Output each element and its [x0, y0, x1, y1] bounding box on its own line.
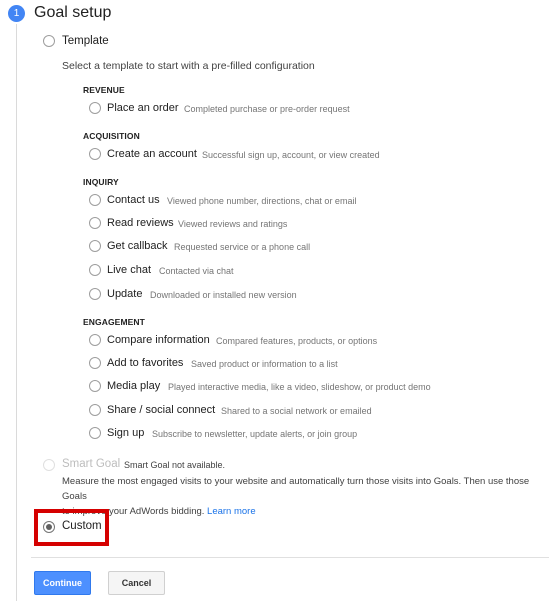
template-label[interactable]: Template [62, 35, 109, 47]
read-reviews-label[interactable]: Read reviews [107, 217, 174, 229]
continue-button[interactable]: Continue [34, 571, 91, 595]
add-to-favorites-label[interactable]: Add to favorites [107, 357, 183, 369]
contact-us-label[interactable]: Contact us [107, 194, 160, 206]
share-social-description: Shared to a social network or emailed [221, 406, 372, 416]
update-description: Downloaded or installed new version [150, 290, 297, 300]
smart-goal-description: Measure the most engaged visits to your … [62, 474, 547, 519]
share-social-radio[interactable] [89, 404, 101, 416]
get-callback-description: Requested service or a phone call [174, 242, 311, 252]
live-chat-radio[interactable] [89, 264, 101, 276]
place-order-radio[interactable] [89, 102, 101, 114]
section-heading-acquisition: ACQUISITION [83, 131, 140, 141]
add-to-favorites-radio[interactable] [89, 357, 101, 369]
smart-goal-description-line1: Measure the most engaged visits to your … [62, 476, 530, 502]
add-to-favorites-description: Saved product or information to a list [191, 359, 338, 369]
place-order-label[interactable]: Place an order [107, 102, 179, 114]
step-number-badge: 1 [8, 5, 25, 22]
smart-goal-label: Smart Goal [62, 458, 121, 470]
compare-information-radio[interactable] [89, 334, 101, 346]
media-play-label[interactable]: Media play [107, 380, 160, 392]
get-callback-label[interactable]: Get callback [107, 240, 168, 252]
custom-radio[interactable] [43, 521, 55, 533]
template-instruction: Select a template to start with a pre-fi… [62, 60, 315, 72]
cancel-button[interactable]: Cancel [108, 571, 165, 595]
section-heading-engagement: ENGAGEMENT [83, 317, 145, 327]
share-social-label[interactable]: Share / social connect [107, 404, 215, 416]
template-radio[interactable] [43, 35, 55, 47]
sign-up-radio[interactable] [89, 427, 101, 439]
create-account-description: Successful sign up, account, or view cre… [202, 150, 380, 160]
update-radio[interactable] [89, 288, 101, 300]
step-title: Goal setup [34, 4, 112, 21]
compare-information-description: Compared features, products, or options [216, 336, 378, 346]
media-play-description: Played interactive media, like a video, … [168, 382, 431, 392]
learn-more-link[interactable]: Learn more [207, 506, 256, 517]
read-reviews-radio[interactable] [89, 217, 101, 229]
place-order-description: Completed purchase or pre-order request [184, 104, 350, 114]
section-heading-inquiry: INQUIRY [83, 177, 119, 187]
compare-information-label[interactable]: Compare information [107, 334, 210, 346]
contact-us-description: Viewed phone number, directions, chat or… [167, 196, 357, 206]
media-play-radio[interactable] [89, 380, 101, 392]
contact-us-radio[interactable] [89, 194, 101, 206]
sign-up-description: Subscribe to newsletter, update alerts, … [152, 429, 358, 439]
section-divider [31, 557, 549, 558]
create-account-radio[interactable] [89, 148, 101, 160]
live-chat-label[interactable]: Live chat [107, 264, 151, 276]
update-label[interactable]: Update [107, 288, 142, 300]
smart-goal-radio [43, 459, 55, 471]
read-reviews-description: Viewed reviews and ratings [178, 219, 288, 229]
create-account-label[interactable]: Create an account [107, 148, 197, 160]
get-callback-radio[interactable] [89, 240, 101, 252]
custom-label[interactable]: Custom [62, 520, 102, 532]
section-heading-revenue: REVENUE [83, 85, 125, 95]
smart-goal-status: Smart Goal not available. [124, 460, 226, 470]
live-chat-description: Contacted via chat [159, 266, 234, 276]
step-connector-line [16, 24, 17, 601]
sign-up-label[interactable]: Sign up [107, 427, 144, 439]
